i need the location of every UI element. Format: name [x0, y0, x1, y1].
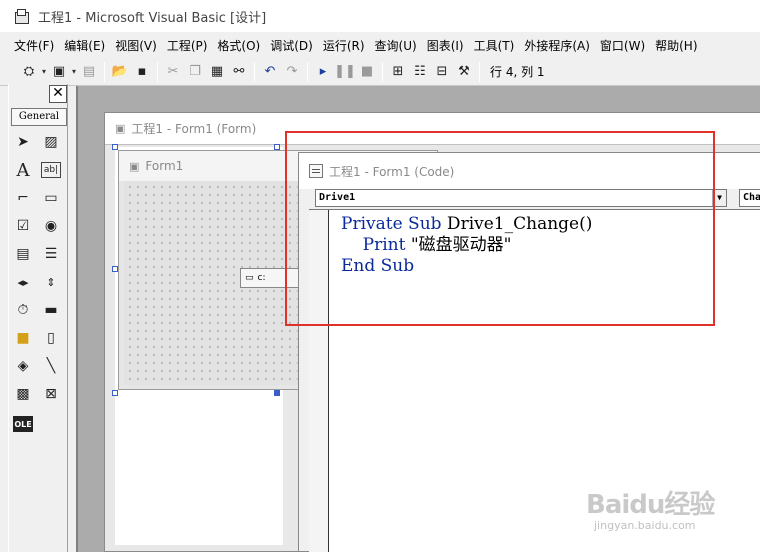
toolbar-separator	[382, 61, 383, 82]
selection-handle[interactable]	[274, 390, 280, 396]
title-bar: 工程1 - Microsoft Visual Basic [设计]	[0, 0, 760, 32]
pointer-icon[interactable]: ➤	[11, 130, 35, 154]
add-form-icon[interactable]: ▣	[48, 61, 70, 83]
picturebox-icon[interactable]: ▨	[39, 130, 63, 154]
end-icon[interactable]: ■	[356, 61, 378, 83]
menu-window[interactable]: 窗口(W)	[600, 37, 645, 54]
add-project-dropdown[interactable]: ▾	[40, 67, 48, 76]
designer-title: 工程1 - Form1 (Form)	[131, 122, 257, 136]
properties-icon[interactable]: ☷	[409, 61, 431, 83]
paste-icon[interactable]: ▦	[206, 61, 228, 83]
menu-file[interactable]: 文件(F)	[14, 37, 54, 54]
cursor-position: 行 4, 列 1	[490, 65, 545, 79]
drive-value: c:	[257, 273, 266, 283]
menu-project[interactable]: 工程(P)	[167, 37, 208, 54]
toolbar-separator	[479, 61, 480, 82]
copy-icon[interactable]: ❐	[184, 61, 206, 83]
add-form-dropdown[interactable]: ▾	[70, 67, 78, 76]
filelistbox-icon[interactable]: ▯	[39, 326, 63, 350]
menu-diagram[interactable]: 图表(I)	[427, 37, 464, 54]
selection-handle[interactable]	[112, 390, 118, 396]
menu-help[interactable]: 帮助(H)	[655, 37, 697, 54]
watermark-logo: Baidu经验	[586, 490, 715, 520]
toolbox-panel: ✕ General ➤ ▨ A ab| ⌐ ▭ ☑ ◉ ▤ ☰ ◂▸ ⇕ ⏱ ▬…	[8, 84, 68, 552]
start-icon[interactable]: ▸	[312, 61, 334, 83]
optionbutton-icon[interactable]: ◉	[39, 214, 63, 238]
ole-icon[interactable]: OLE	[13, 416, 33, 432]
redo-icon[interactable]: ↷	[281, 61, 303, 83]
toolbox-tab-general[interactable]: General	[11, 108, 67, 126]
toolbar-separator	[307, 61, 308, 82]
data-icon[interactable]: ⊠	[39, 382, 63, 406]
menu-debug[interactable]: 调试(D)	[270, 37, 313, 54]
standard-toolbar: ⛭ ▾ ▣ ▾ ▤ 📂 ▪ ✂ ❐ ▦ ⚯ ↶ ↷ ▸ ❚❚ ■ ⊞ ☷ ⊟ ⚒…	[0, 58, 760, 86]
listbox-icon[interactable]: ☰	[39, 242, 63, 266]
procedure-value: Change	[743, 192, 760, 203]
highlight-box	[285, 131, 715, 326]
app-icon	[14, 8, 30, 24]
window-title: 工程1 - Microsoft Visual Basic [设计]	[38, 10, 267, 26]
dirlistbox-icon[interactable]: ■	[11, 326, 35, 350]
line-icon[interactable]: ╲	[39, 354, 63, 378]
hscrollbar-icon[interactable]: ◂▸	[11, 270, 35, 294]
menu-editor-icon[interactable]: ▤	[78, 61, 100, 83]
form-icon: ▣	[129, 159, 140, 173]
undo-icon[interactable]: ↶	[259, 61, 281, 83]
toolbar-separator	[104, 61, 105, 82]
combobox-icon[interactable]: ▤	[11, 242, 35, 266]
menu-addins[interactable]: 外接程序(A)	[524, 37, 590, 54]
form-window-icon: ▣	[115, 122, 126, 135]
find-icon[interactable]: ⚯	[228, 61, 250, 83]
frame-icon[interactable]: ⌐	[11, 186, 35, 210]
menu-view[interactable]: 视图(V)	[115, 37, 157, 54]
commandbutton-icon[interactable]: ▭	[39, 186, 63, 210]
textbox-icon[interactable]: ab|	[41, 162, 61, 178]
add-project-icon[interactable]: ⛭	[18, 61, 40, 83]
checkbox-icon[interactable]: ☑	[11, 214, 35, 238]
toolbox-close-button[interactable]: ✕	[49, 85, 67, 103]
menu-query[interactable]: 查询(U)	[375, 37, 417, 54]
menu-bar: 文件(F) 编辑(E) 视图(V) 工程(P) 格式(O) 调试(D) 运行(R…	[0, 32, 760, 58]
drivelistbox-icon[interactable]: ▬	[39, 298, 63, 322]
vscrollbar-icon[interactable]: ⇕	[39, 270, 63, 294]
label-icon[interactable]: A	[11, 158, 35, 182]
break-icon[interactable]: ❚❚	[334, 61, 356, 83]
menu-edit[interactable]: 编辑(E)	[64, 37, 105, 54]
toolbox-icon[interactable]: ⚒	[453, 61, 475, 83]
toolbar-separator	[254, 61, 255, 82]
procedure-dropdown[interactable]: Change	[739, 189, 760, 207]
open-icon[interactable]: 📂	[109, 61, 131, 83]
project-explorer-icon[interactable]: ⊞	[387, 61, 409, 83]
shape-icon[interactable]: ◈	[11, 354, 35, 378]
cut-icon[interactable]: ✂	[162, 61, 184, 83]
save-icon[interactable]: ▪	[131, 61, 153, 83]
toolbar-separator	[157, 61, 158, 82]
timer-icon[interactable]: ⏱	[11, 298, 35, 322]
menu-format[interactable]: 格式(O)	[217, 37, 260, 54]
image-icon[interactable]: ▩	[11, 382, 35, 406]
menu-run[interactable]: 运行(R)	[323, 37, 365, 54]
form1-title: Form1	[145, 159, 184, 173]
watermark: Baidu经验 jingyan.baidu.com	[586, 484, 736, 544]
form-layout-icon[interactable]: ⊟	[431, 61, 453, 83]
menu-tools[interactable]: 工具(T)	[474, 37, 515, 54]
drive-icon: ▭	[245, 273, 254, 283]
